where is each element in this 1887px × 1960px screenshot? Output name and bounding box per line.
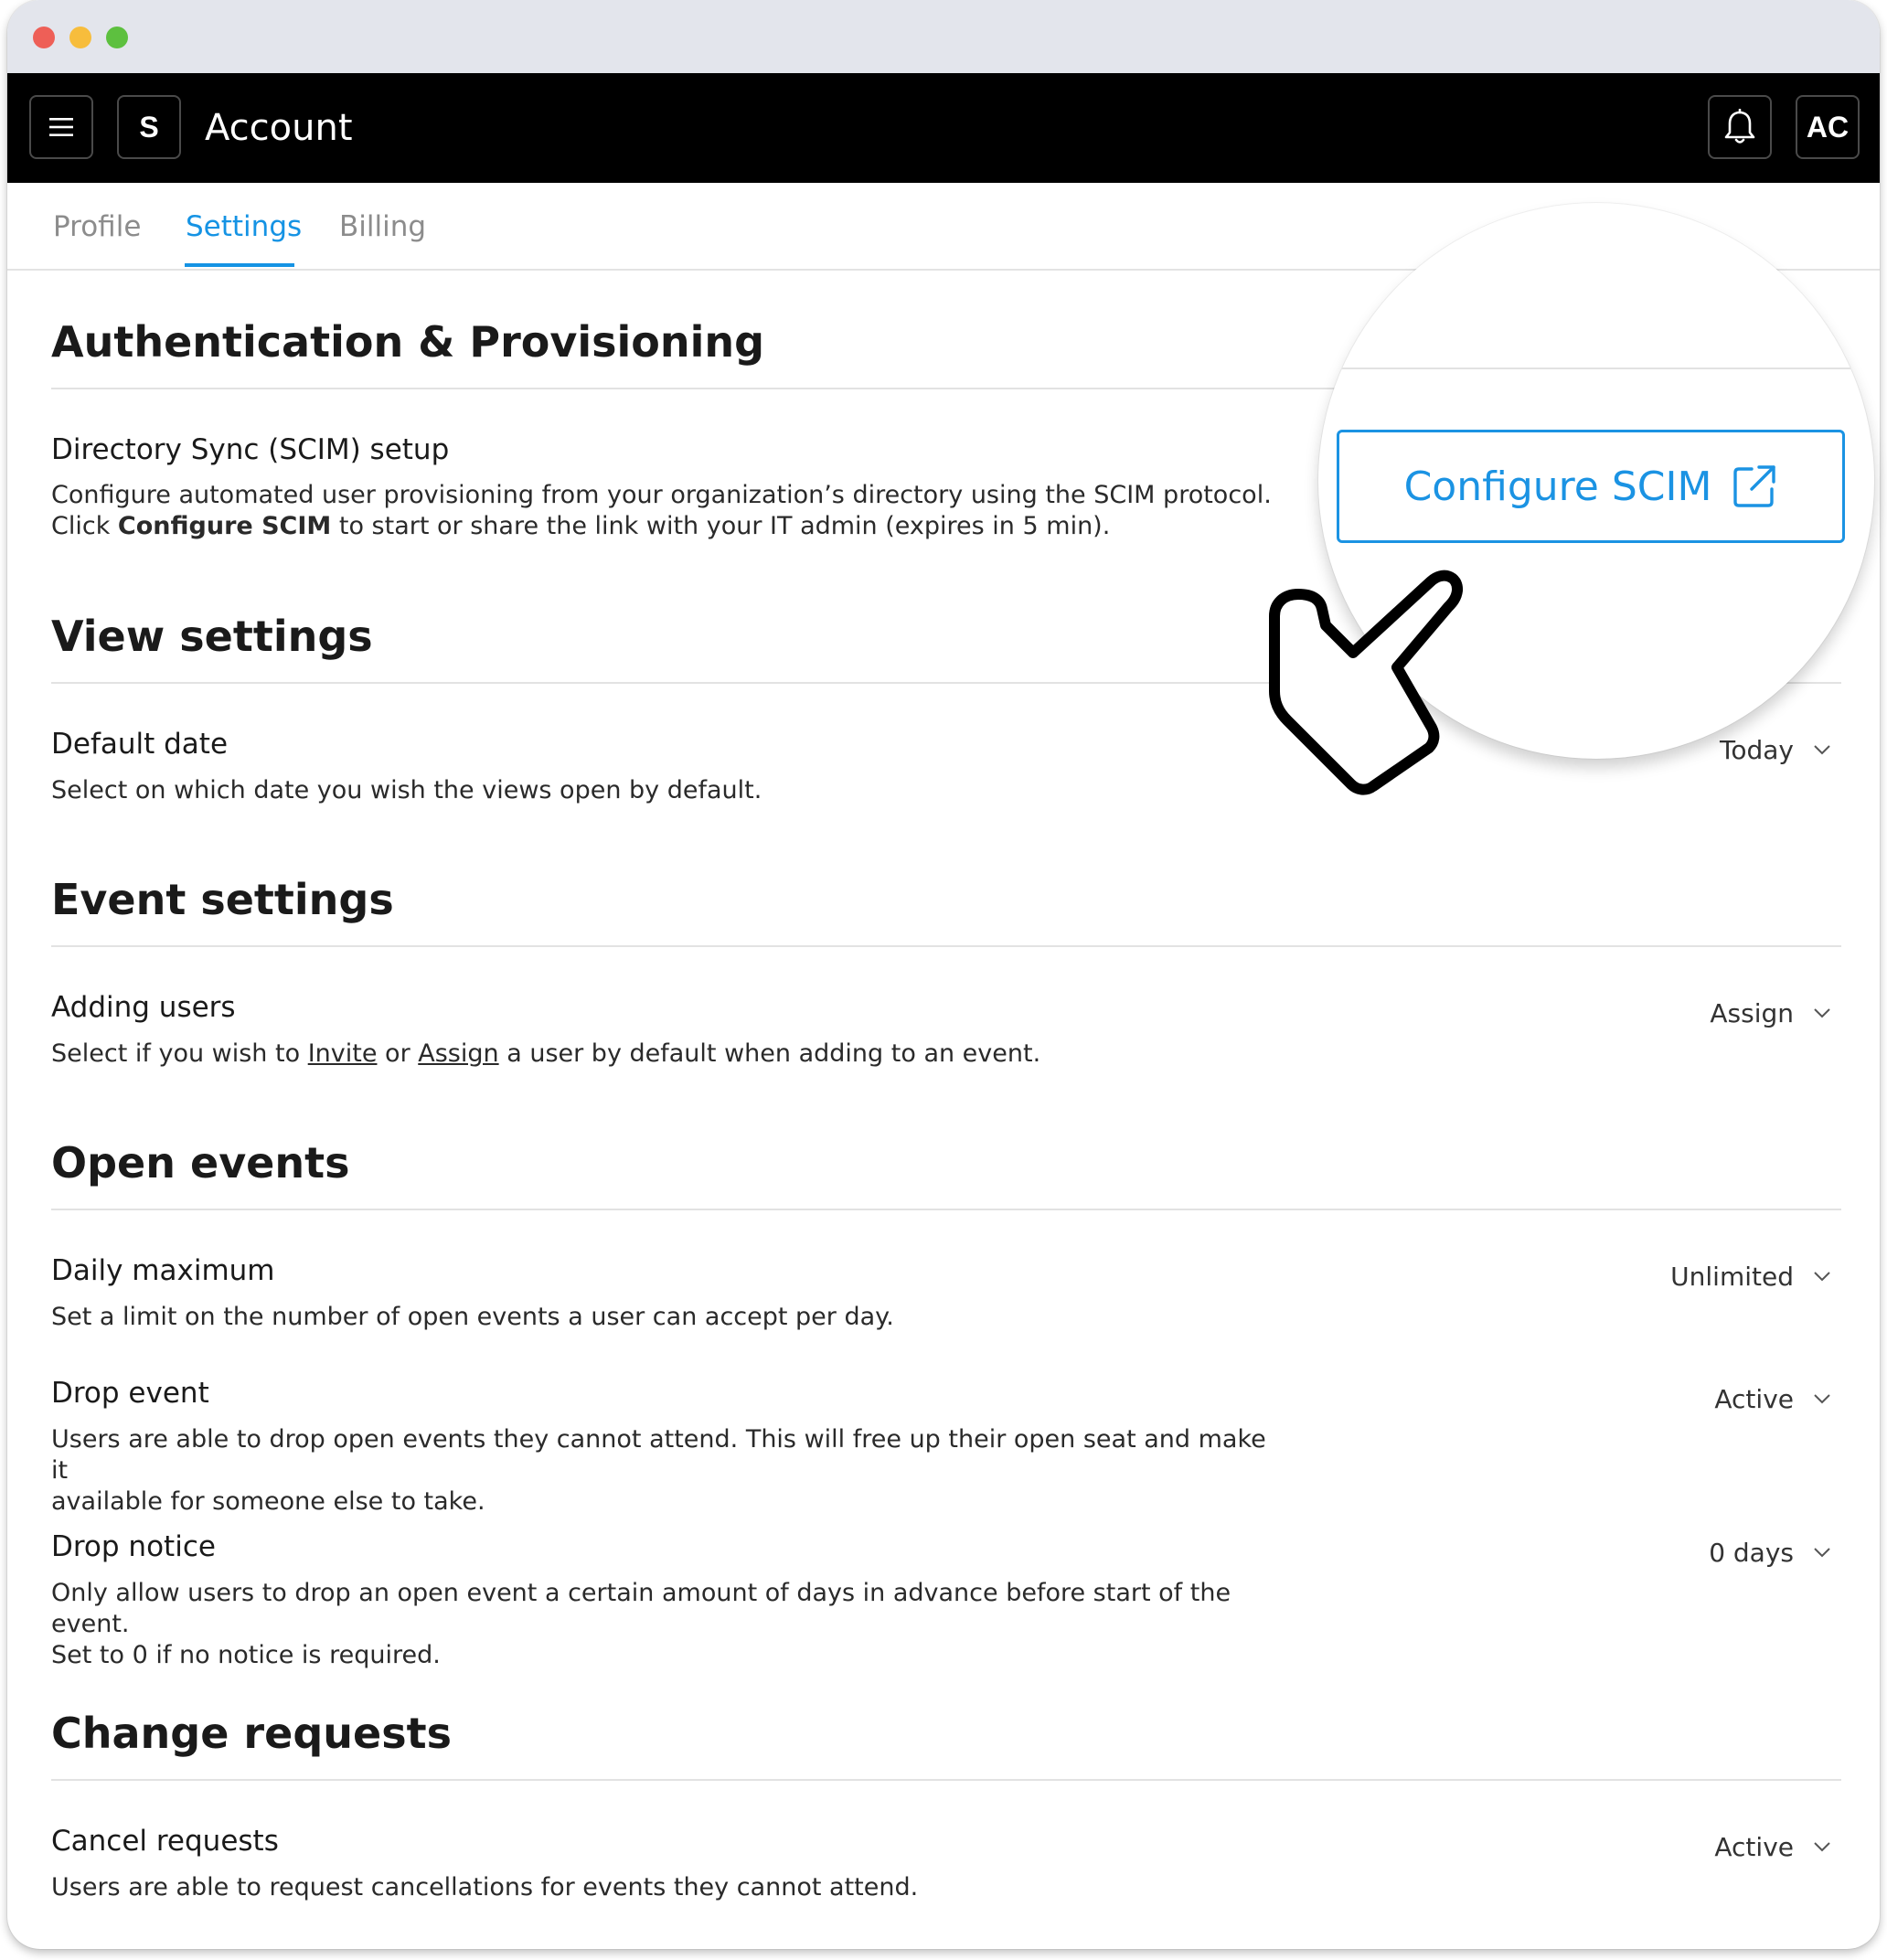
scim-desc-line-1: Configure automated user provisioning fr…: [51, 481, 1272, 509]
app-header: S Account AC: [7, 73, 1880, 183]
avatar-button[interactable]: AC: [1796, 95, 1860, 159]
daily-maximum-select[interactable]: Unlimited: [1670, 1258, 1832, 1294]
default-date-select[interactable]: Today: [1720, 731, 1832, 768]
scim-setup-title: Directory Sync (SCIM) setup: [51, 433, 450, 466]
workspace-logo[interactable]: S: [117, 95, 181, 159]
scim-desc-bold: Configure SCIM: [117, 512, 332, 540]
adding-users-value: Assign: [1710, 997, 1794, 1028]
section-title-change-requests: Change requests: [51, 1709, 452, 1758]
chevron-down-icon: [1814, 745, 1830, 755]
minimize-window-button[interactable]: [69, 27, 91, 48]
scim-desc-pre: Click: [51, 512, 118, 540]
workspace-logo-letter: S: [139, 110, 159, 144]
daily-maximum-description: Set a limit on the number of open events…: [51, 1303, 894, 1331]
pointer-cursor-icon: [1269, 570, 1463, 795]
section-divider: [51, 945, 1841, 947]
hamburger-menu-icon: [49, 118, 73, 136]
window-titlebar: [7, 0, 1880, 73]
magnified-divider: [1318, 368, 1874, 369]
menu-button[interactable]: [29, 95, 93, 159]
scim-desc-post: to start or share the link with your IT …: [331, 512, 1111, 540]
scim-setup-description: Configure automated user provisioning fr…: [51, 480, 1276, 542]
scim-desc-line-2: Click Configure SCIM to start or share t…: [51, 511, 1276, 542]
cancel-requests-value: Active: [1714, 1831, 1794, 1862]
cancel-requests-title: Cancel requests: [51, 1825, 279, 1858]
drop-notice-desc-line-1: Only allow users to drop an open event a…: [51, 1579, 1231, 1638]
cancel-requests-description: Users are able to request cancellations …: [51, 1873, 919, 1901]
daily-maximum-value: Unlimited: [1670, 1261, 1794, 1292]
page-title: Account: [205, 107, 353, 149]
active-tab-indicator: [185, 263, 294, 267]
invite-link[interactable]: Invite: [308, 1039, 378, 1068]
avatar-initials: AC: [1806, 110, 1850, 144]
drop-notice-select[interactable]: 0 days: [1709, 1534, 1832, 1571]
drop-notice-title: Drop notice: [51, 1530, 216, 1563]
chevron-down-icon: [1814, 1548, 1830, 1558]
daily-maximum-title: Daily maximum: [51, 1254, 275, 1287]
drop-event-title: Drop event: [51, 1377, 209, 1410]
drop-event-desc-line-2: available for someone else to take.: [51, 1487, 485, 1516]
chevron-down-icon: [1814, 1842, 1830, 1852]
configure-scim-label: Configure SCIM: [1403, 463, 1712, 510]
section-title-event: Event settings: [51, 875, 394, 924]
close-window-button[interactable]: [33, 27, 55, 48]
assign-link[interactable]: Assign: [418, 1039, 498, 1068]
drop-notice-desc-line-2: Set to 0 if no notice is required.: [51, 1641, 441, 1669]
drop-notice-description: Only allow users to drop an open event a…: [51, 1578, 1276, 1671]
section-title-view: View settings: [51, 612, 373, 661]
external-link-icon: [1733, 465, 1776, 507]
adding-users-desc-pre: Select if you wish to: [51, 1039, 308, 1068]
drop-event-desc-line-1: Users are able to drop open events they …: [51, 1425, 1266, 1485]
chevron-down-icon: [1814, 1008, 1830, 1018]
section-title-open-events: Open events: [51, 1138, 350, 1188]
zoom-window-button[interactable]: [106, 27, 128, 48]
drop-notice-value: 0 days: [1709, 1537, 1794, 1568]
adding-users-title: Adding users: [51, 991, 236, 1024]
tab-profile[interactable]: Profile: [53, 208, 141, 245]
configure-scim-button[interactable]: Configure SCIM: [1337, 430, 1845, 543]
chevron-down-icon: [1814, 1394, 1830, 1404]
adding-users-desc-post: a user by default when adding to an even…: [498, 1039, 1041, 1068]
adding-users-description: Select if you wish to Invite or Assign a…: [51, 1039, 1276, 1070]
adding-users-desc-mid: or: [377, 1039, 419, 1068]
adding-users-select[interactable]: Assign: [1710, 995, 1832, 1031]
cancel-requests-select[interactable]: Active: [1714, 1828, 1832, 1865]
section-divider: [51, 1779, 1841, 1781]
section-title-auth: Authentication & Provisioning: [51, 317, 765, 367]
drop-event-select[interactable]: Active: [1714, 1380, 1832, 1417]
tab-billing[interactable]: Billing: [339, 208, 426, 245]
chevron-down-icon: [1814, 1272, 1830, 1282]
default-date-title: Default date: [51, 728, 229, 761]
tab-settings[interactable]: Settings: [186, 208, 302, 245]
default-date-value: Today: [1720, 734, 1794, 765]
default-date-description: Select on which date you wish the views …: [51, 776, 762, 804]
section-divider: [51, 1209, 1841, 1210]
notifications-button[interactable]: [1708, 95, 1772, 159]
bell-icon: [1724, 109, 1755, 144]
drop-event-value: Active: [1714, 1383, 1794, 1414]
drop-event-description: Users are able to drop open events they …: [51, 1424, 1276, 1518]
